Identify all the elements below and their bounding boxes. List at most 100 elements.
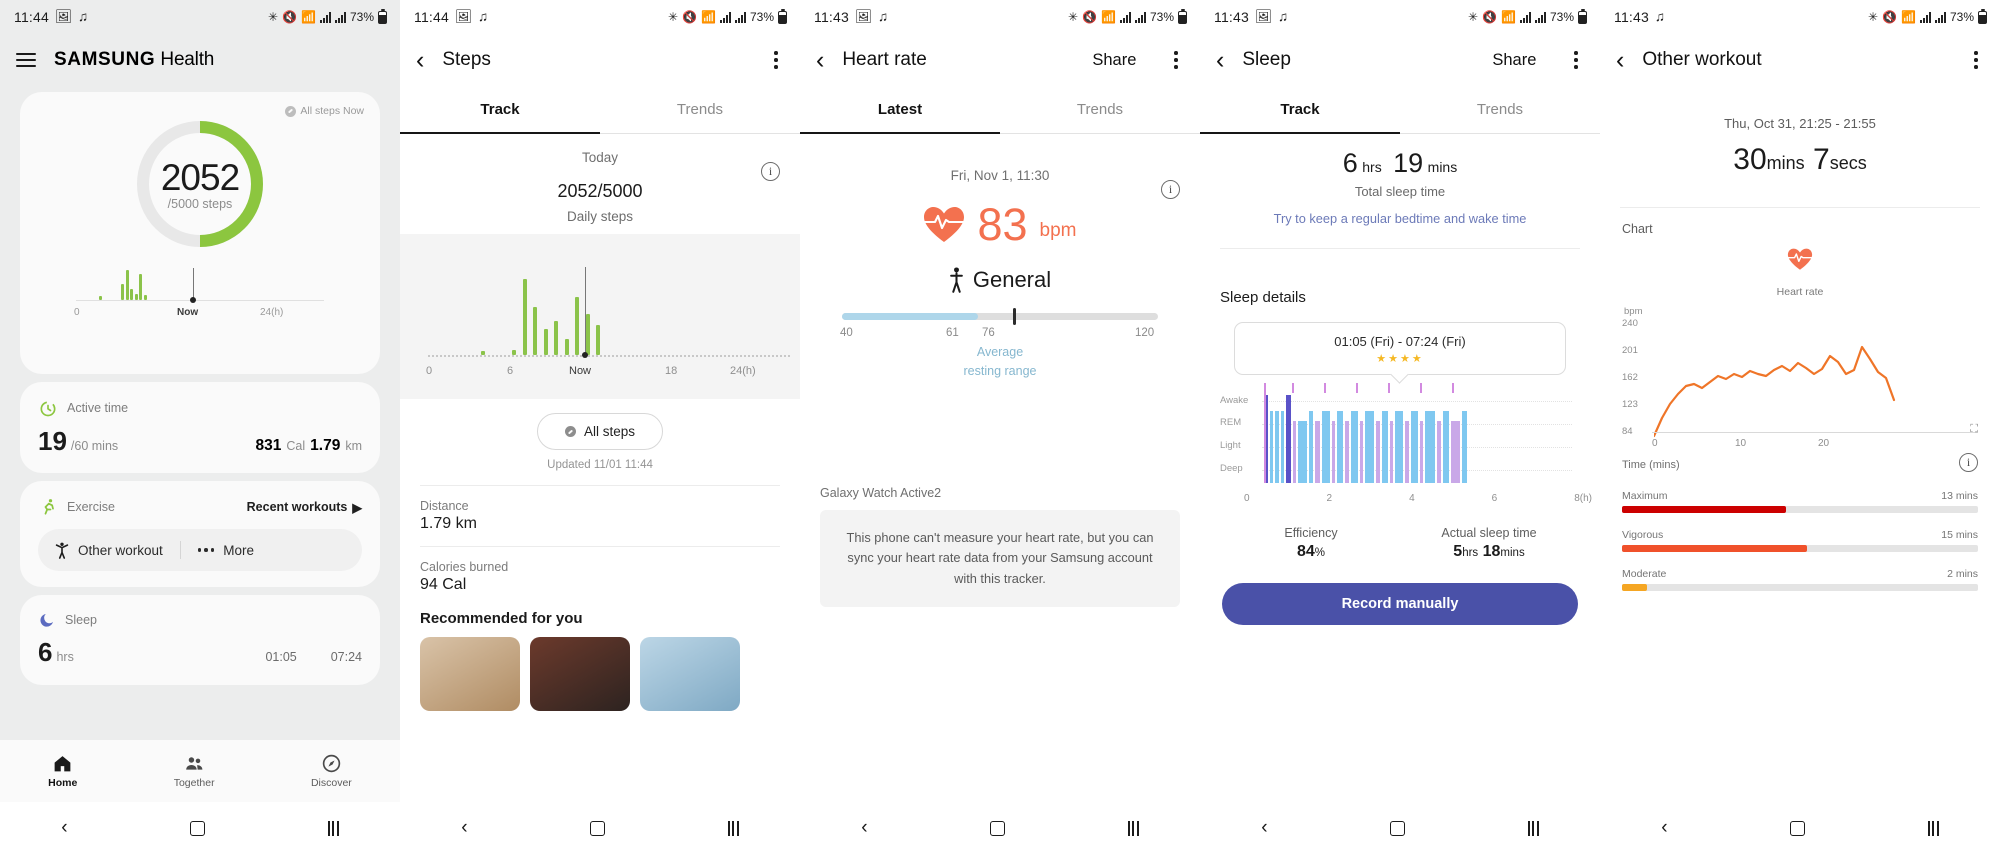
card-sleep[interactable]: Sleep 6 hrs 01:05 07:24 — [20, 595, 380, 685]
nav-home-icon[interactable] — [190, 820, 206, 836]
tab-latest[interactable]: Latest — [800, 86, 1000, 134]
info-icon[interactable]: i — [761, 162, 780, 181]
tab-trends[interactable]: Trends — [1000, 86, 1200, 134]
sleep-x-2: 2 — [1326, 493, 1333, 504]
page-title: Steps — [442, 49, 491, 70]
wifi-icon: 📶 — [301, 10, 316, 24]
nav-back-icon[interactable]: ‹ — [461, 817, 467, 839]
overflow-menu-icon[interactable] — [1568, 43, 1584, 77]
all-steps-label: All steps Now — [300, 105, 364, 117]
nav-back-icon[interactable]: ‹ — [1661, 817, 1667, 839]
battery-icon — [1978, 8, 1987, 24]
bluetooth-icon: ✳ — [668, 10, 679, 24]
sleep-start: 01:05 — [265, 650, 297, 664]
overflow-menu-icon[interactable] — [1968, 43, 1984, 77]
nav-home-icon[interactable] — [1390, 820, 1406, 836]
nav-recents-icon[interactable] — [727, 820, 739, 836]
steps-goal: /5000 — [597, 181, 643, 201]
info-icon[interactable]: i — [1959, 453, 1978, 472]
nav-home-icon[interactable] — [590, 820, 606, 836]
workout-duration: 30mins 7secs — [1600, 143, 2000, 177]
steps-value-row: 2052/5000 — [400, 169, 800, 205]
signal2-icon — [334, 11, 346, 23]
card-active-time[interactable]: Active time 19 /60 mins 831 Cal 1.79 km — [20, 382, 380, 473]
zone-moderate-bar — [1622, 584, 1978, 591]
nav-recents-icon[interactable] — [1927, 820, 1939, 836]
axis-0: 0 — [426, 365, 433, 377]
share-button[interactable]: Share — [1492, 51, 1536, 70]
all-steps-badge[interactable]: All steps Now — [285, 105, 364, 117]
recommended-card-1[interactable] — [420, 637, 520, 711]
stage-label-rem: REM — [1220, 417, 1242, 428]
bottom-nav-home[interactable]: Home — [48, 753, 77, 789]
tab-track[interactable]: Track — [400, 86, 600, 134]
nav-back-icon[interactable]: ‹ — [1261, 817, 1267, 839]
zone-moderate-name: Moderate — [1622, 568, 1667, 580]
active-time-icon — [40, 401, 56, 417]
recent-workouts-link[interactable]: Recent workouts ▶ — [247, 500, 362, 515]
signal2-icon — [1134, 11, 1146, 23]
nav-home-icon[interactable] — [1790, 820, 1806, 836]
battery-icon — [778, 8, 787, 24]
back-icon[interactable]: ‹ — [816, 47, 824, 73]
status-bar: 11:43 ♫ ✳ 🔇 📶 73% — [1600, 0, 2000, 34]
music-note-icon: ♫ — [878, 9, 889, 25]
other-workout-button[interactable]: Other workout — [38, 542, 180, 559]
tab-trends[interactable]: Trends — [1400, 86, 1600, 134]
hamburger-icon[interactable] — [16, 53, 36, 67]
x-tick-20: 20 — [1818, 438, 1830, 449]
image-icon: 🖼 — [1255, 9, 1273, 25]
bottom-nav-together[interactable]: Together — [174, 753, 215, 789]
all-steps-label: All steps — [583, 424, 636, 439]
info-icon[interactable]: i — [1161, 180, 1180, 199]
card-steps[interactable]: All steps Now 2052 /5000 steps 0 Now 24(… — [20, 92, 380, 374]
nav-recents-icon[interactable] — [327, 820, 339, 836]
stage-label-awake: Awake — [1220, 395, 1249, 406]
page-title: Heart rate — [842, 49, 927, 70]
active-time-label: Active time — [67, 401, 129, 415]
music-note-icon: ♫ — [78, 9, 89, 25]
sleep-total-hours-unit: hrs — [1362, 159, 1382, 175]
sleep-x-6: 6 — [1491, 493, 1498, 504]
record-manually-button[interactable]: Record manually — [1222, 583, 1578, 625]
sleep-total-caption: Total sleep time — [1354, 184, 1446, 199]
efficiency-unit: % — [1314, 547, 1326, 559]
sleep-rating-stars: ★★★★ — [1376, 353, 1424, 365]
steps-mini-chart: 0 Now 24(h) — [38, 260, 362, 318]
calories-value: 94 Cal — [420, 576, 467, 593]
nav-home-icon[interactable] — [990, 820, 1006, 836]
y-tick-240: 240 — [1622, 318, 1638, 329]
hr-range-low: 61 — [946, 327, 959, 339]
nav-back-icon[interactable]: ‹ — [61, 817, 67, 839]
active-time-value: 19 — [38, 426, 67, 456]
overflow-menu-icon[interactable] — [1168, 43, 1184, 77]
zone-vigorous-bar — [1622, 545, 1978, 552]
calories-value: 831 — [255, 437, 282, 454]
y-unit-label: bpm — [1624, 306, 1643, 317]
wifi-icon: 📶 — [701, 10, 716, 24]
overflow-menu-icon[interactable] — [768, 43, 784, 77]
distance-value: 1.79 — [310, 437, 341, 454]
back-icon[interactable]: ‹ — [416, 47, 424, 73]
card-exercise[interactable]: Exercise Recent workouts ▶ Other workout — [20, 481, 380, 587]
more-button[interactable]: More — [181, 543, 271, 558]
expand-chart-icon[interactable]: ⛶ — [1970, 423, 1978, 436]
tab-track[interactable]: Track — [1200, 86, 1400, 134]
recommended-card-2[interactable] — [530, 637, 630, 711]
sleep-tip[interactable]: Try to keep a regular bedtime and wake t… — [1200, 211, 1600, 226]
share-button[interactable]: Share — [1092, 51, 1136, 70]
all-steps-button[interactable]: All steps — [537, 413, 663, 450]
back-icon[interactable]: ‹ — [1216, 47, 1224, 73]
battery-percent: 73% — [1549, 10, 1574, 24]
panel-sleep: 11:43 🖼 ♫ ✳ 🔇 📶 73% ‹ Sleep Share Track … — [1200, 0, 1600, 854]
back-icon[interactable]: ‹ — [1616, 47, 1624, 73]
sleep-x-4: 4 — [1409, 493, 1415, 504]
tab-trends[interactable]: Trends — [600, 86, 800, 134]
nav-recents-icon[interactable] — [1127, 820, 1139, 836]
bottom-nav-discover[interactable]: Discover — [311, 753, 352, 789]
nav-back-icon[interactable]: ‹ — [861, 817, 867, 839]
y-tick-84: 84 — [1622, 426, 1633, 437]
recommended-card-3[interactable] — [640, 637, 740, 711]
chart-legend-heart-rate: Heart rate — [1776, 286, 1824, 298]
nav-recents-icon[interactable] — [1527, 820, 1539, 836]
